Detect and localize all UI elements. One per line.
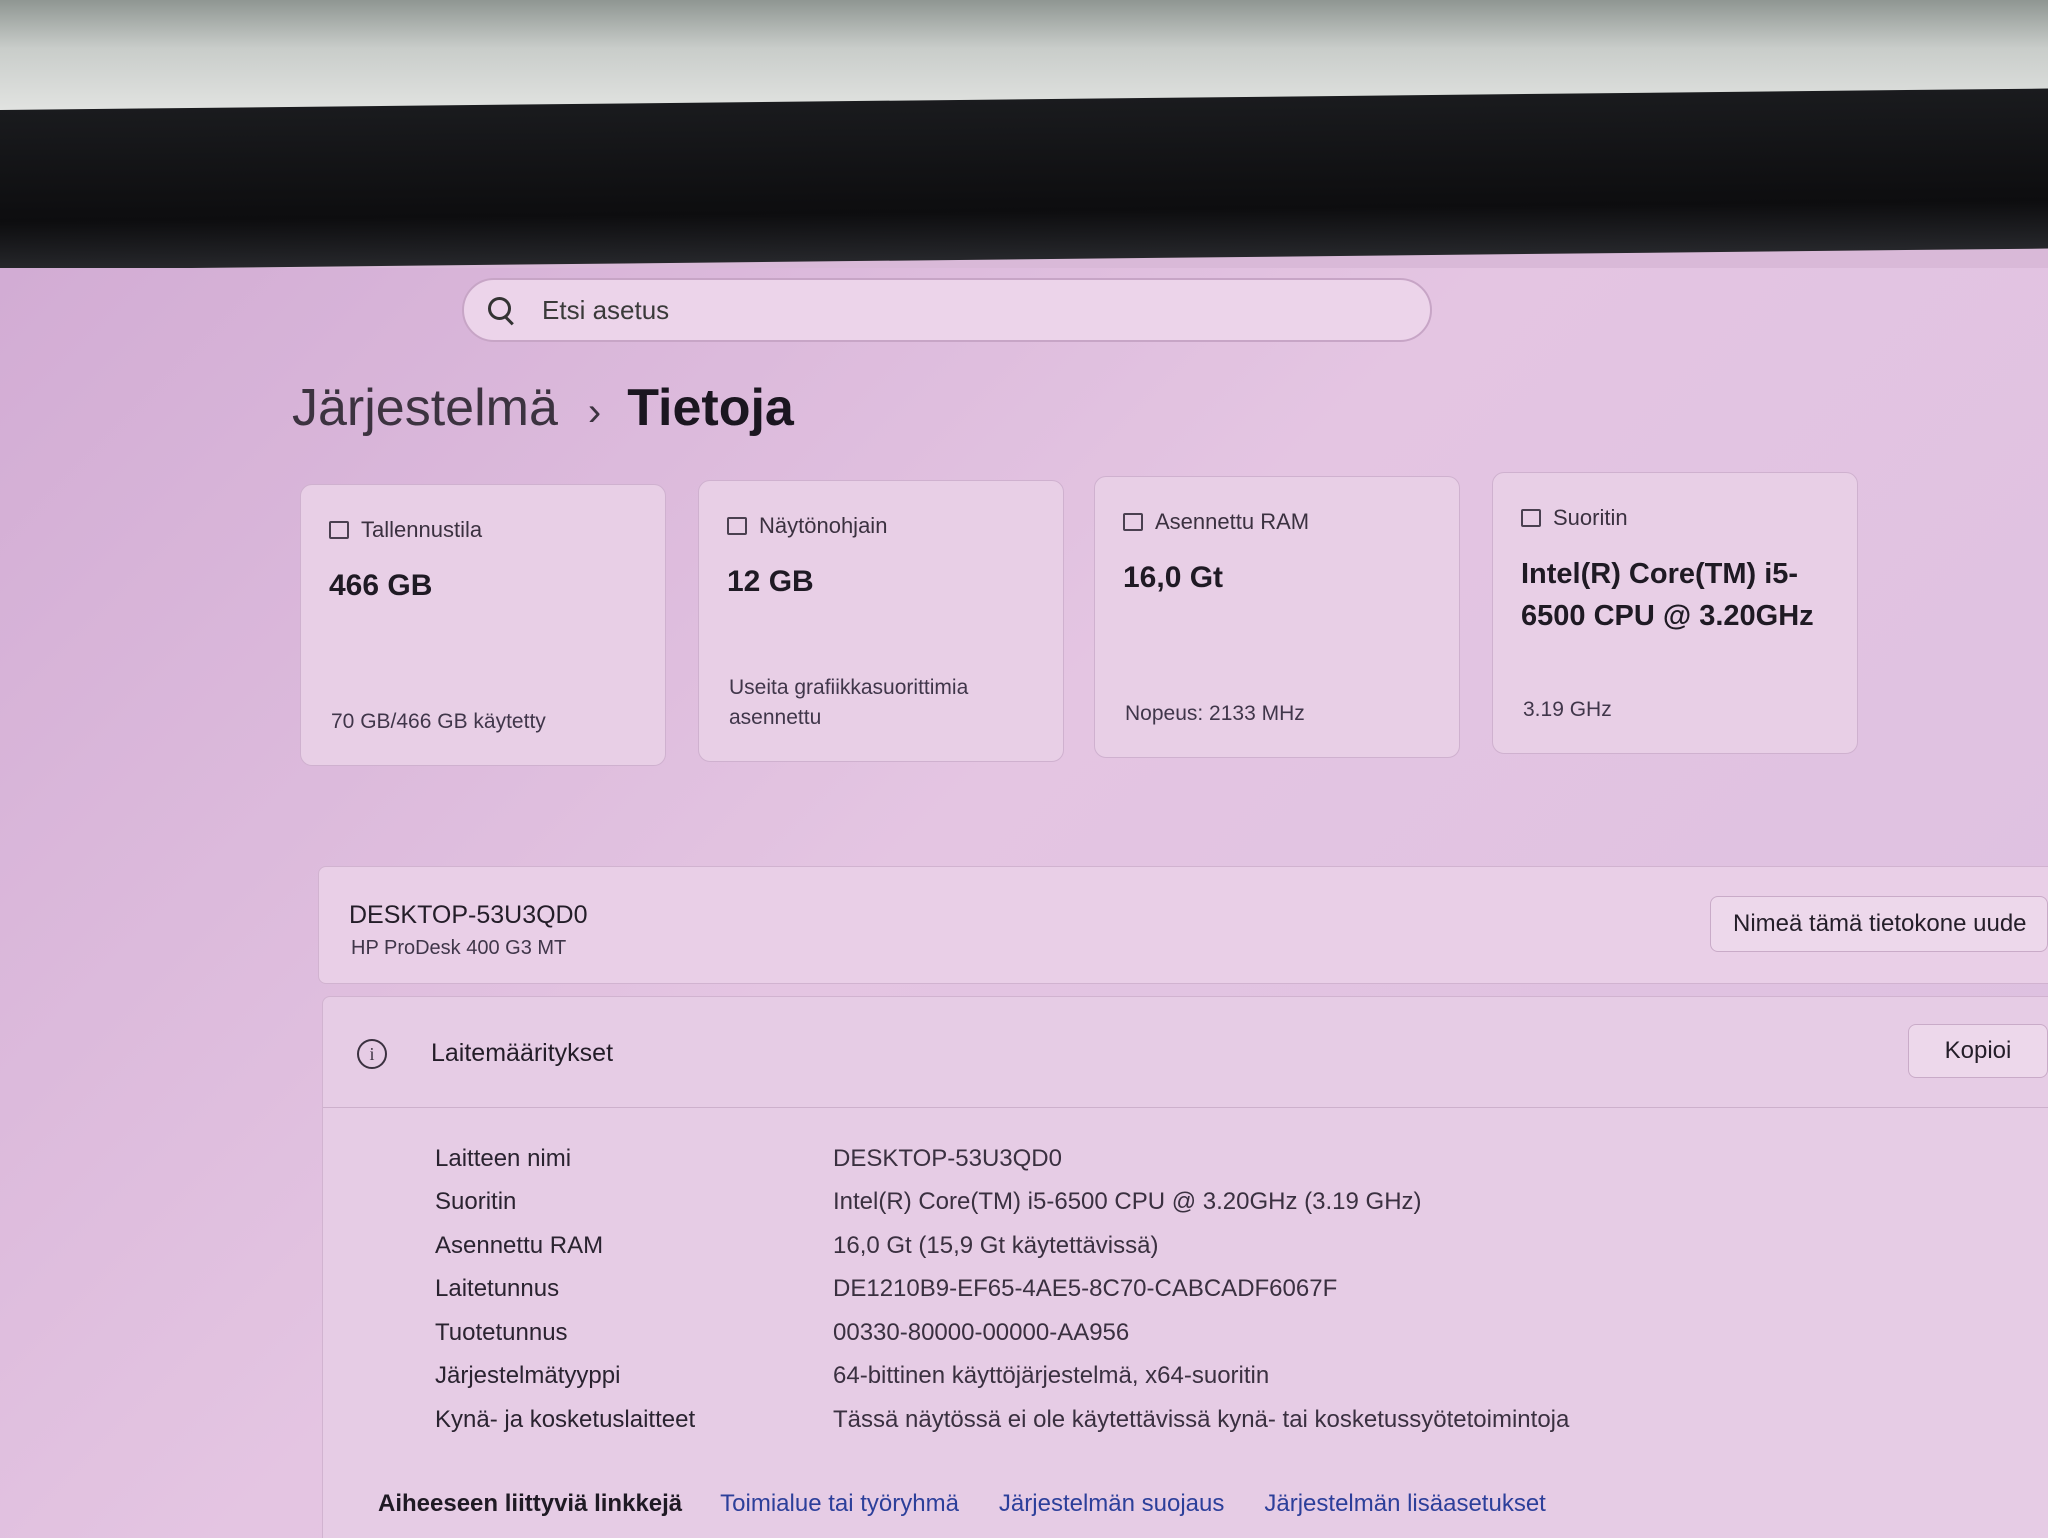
spec-label: Laitteen nimi xyxy=(435,1144,572,1172)
chevron-right-icon: › xyxy=(587,390,602,434)
search-input[interactable] xyxy=(540,293,1344,327)
device-specifications-panel: i Laitemääritykset Laitteen nimi DESKTOP-… xyxy=(322,996,2048,1538)
spec-value: Intel(R) Core(TM) i5-6500 CPU @ 3.20GHz … xyxy=(833,1188,1422,1216)
card-footer: 70 GB/466 GB käytetty xyxy=(331,710,546,733)
storage-card[interactable]: Tallennustila 466 GB 70 GB/466 GB käytet… xyxy=(300,484,666,766)
spec-row: Suoritin Intel(R) Core(TM) i5-6500 CPU @ … xyxy=(435,1181,1569,1225)
card-footer: Nopeus: 2133 MHz xyxy=(1125,702,1305,725)
breadcrumb-parent-link[interactable]: Järjestelmä xyxy=(292,378,558,438)
spec-value: Tässä näytössä ei ole käytettävissä kynä… xyxy=(833,1405,1570,1433)
rename-pc-button[interactable]: Nimeä tämä tietokone uude xyxy=(1710,896,2048,952)
spec-row: Tuotetunnus 00330-80000-00000-AA956 xyxy=(435,1311,1569,1355)
card-value: 16,0 Gt xyxy=(1123,561,1224,594)
spec-value: 00330-80000-00000-AA956 xyxy=(833,1318,1130,1346)
related-links-bar: Aiheeseen liittyviä linkkejä Toimialue t… xyxy=(378,1490,1586,1518)
spec-row: Laitetunnus DE1210B9-EF65-4AE5-8C70-CABCA… xyxy=(435,1268,1569,1312)
link-domain-workgroup[interactable]: Toimialue tai työryhmä xyxy=(720,1490,959,1518)
spec-row: Kynä- ja kosketuslaitteet Tässä näytössä … xyxy=(435,1398,1569,1442)
processor-icon xyxy=(1521,509,1541,527)
card-title: Tallennustila xyxy=(361,517,483,542)
page-title: Tietoja xyxy=(627,379,794,437)
card-title: Näytönohjain xyxy=(759,513,888,538)
ram-icon xyxy=(1123,513,1143,531)
spec-row: Laitteen nimi DESKTOP-53U3QD0 xyxy=(435,1137,1569,1181)
display-adapter-card[interactable]: Näytönohjain 12 GB Useita grafiikkasuori… xyxy=(698,480,1064,762)
card-value: 466 GB xyxy=(329,569,433,602)
spec-label: Järjestelmätyyppi xyxy=(435,1362,621,1390)
copy-button[interactable]: Kopioi xyxy=(1908,1024,2048,1078)
search-box[interactable] xyxy=(462,278,1432,342)
spec-row: Järjestelmätyyppi 64-bittinen käyttöjärje… xyxy=(435,1355,1569,1399)
card-value: Intel(R) Core(TM) i5-6500 CPU @ 3.20GHz xyxy=(1521,558,1814,632)
info-icon: i xyxy=(357,1039,387,1069)
spec-value: 16,0 Gt (15,9 Gt käytettävissä) xyxy=(833,1231,1159,1259)
specs-list: Laitteen nimi DESKTOP-53U3QD0 Suoritin Inte… xyxy=(435,1137,1569,1442)
card-footer: Useita grafiikkasuorittimia asennettu xyxy=(729,676,969,729)
link-system-protection[interactable]: Järjestelmän suojaus xyxy=(999,1490,1224,1518)
spec-label: Laitetunnus xyxy=(435,1275,560,1303)
spec-value: DE1210B9-EF65-4AE5-8C70-CABCADF6067F xyxy=(833,1275,1338,1303)
spec-label: Suoritin xyxy=(435,1188,517,1216)
breadcrumb: Järjestelmä › Tietoja xyxy=(292,378,794,438)
related-links-label: Aiheeseen liittyviä linkkejä xyxy=(378,1490,683,1517)
card-value: 12 GB xyxy=(727,565,814,598)
storage-icon xyxy=(329,521,349,539)
spec-row: Asennettu RAM 16,0 Gt (15,9 Gt käytettävi… xyxy=(435,1224,1569,1268)
card-title: Suoritin xyxy=(1553,505,1628,530)
ram-card[interactable]: Asennettu RAM 16,0 Gt Nopeus: 2133 MHz xyxy=(1094,476,1460,758)
device-name: DESKTOP-53U3QD0 xyxy=(349,901,588,929)
link-advanced-system-settings[interactable]: Järjestelmän lisäasetukset xyxy=(1264,1490,1545,1518)
spec-label: Kynä- ja kosketuslaitteet xyxy=(435,1405,696,1433)
spec-value: 64-bittinen käyttöjärjestelmä, x64-suori… xyxy=(833,1362,1270,1390)
monitor-bezel xyxy=(0,88,2048,270)
processor-card[interactable]: Suoritin Intel(R) Core(TM) i5-6500 CPU @… xyxy=(1492,472,1858,754)
specs-title: Laitemääritykset xyxy=(431,1039,614,1067)
card-title: Asennettu RAM xyxy=(1155,509,1310,534)
spec-label: Tuotetunnus xyxy=(435,1318,568,1346)
spec-label: Asennettu RAM xyxy=(435,1231,604,1259)
card-footer: 3.19 GHz xyxy=(1523,698,1612,721)
specs-header[interactable]: i Laitemääritykset xyxy=(323,997,2048,1108)
display-adapter-icon xyxy=(727,517,747,535)
settings-window: Järjestelmä › Tietoja Tallennustila 466 … xyxy=(0,268,2048,1538)
device-model: HP ProDesk 400 G3 MT xyxy=(351,937,567,959)
spec-value: DESKTOP-53U3QD0 xyxy=(833,1144,1062,1172)
search-icon xyxy=(486,295,516,326)
